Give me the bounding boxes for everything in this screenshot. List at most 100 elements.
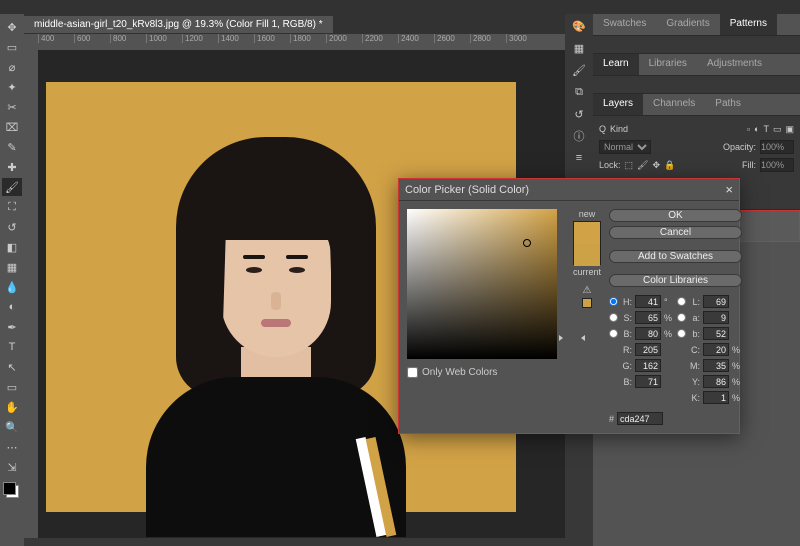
gradient-tool[interactable]: ▦: [2, 258, 22, 276]
crop-tool[interactable]: ✂: [2, 98, 22, 116]
eyedropper-tool[interactable]: ✎: [2, 138, 22, 156]
current-color-label: current: [573, 267, 601, 277]
hex-input[interactable]: [617, 412, 663, 425]
filter-shape-icon[interactable]: ▭: [773, 124, 782, 135]
k-input[interactable]: [703, 391, 729, 404]
y-input[interactable]: [703, 375, 729, 388]
hand-tool[interactable]: ✋: [2, 398, 22, 416]
h-input[interactable]: [635, 295, 661, 308]
fill-input[interactable]: [760, 158, 794, 172]
filter-pixel-icon[interactable]: ▫: [747, 124, 750, 134]
b-input[interactable]: [635, 327, 661, 340]
filter-type-icon[interactable]: T: [763, 124, 769, 134]
new-color-label: new: [579, 209, 596, 219]
web-colors-checkbox[interactable]: Only Web Colors: [407, 367, 557, 378]
s-radio[interactable]: [609, 313, 618, 322]
document-tab[interactable]: middle-asian-girl_t20_kRv8l3.jpg @ 19.3%…: [24, 16, 333, 33]
gamut-swatch[interactable]: [582, 298, 592, 308]
a-input[interactable]: [703, 311, 729, 324]
bb-radio[interactable]: [677, 329, 686, 338]
pen-tool[interactable]: ✒: [2, 318, 22, 336]
r-input[interactable]: [635, 343, 661, 356]
path-tool[interactable]: ↖: [2, 358, 22, 376]
lock-pixel-icon[interactable]: 🖌: [637, 160, 648, 171]
a-radio[interactable]: [677, 313, 686, 322]
blue-input[interactable]: [635, 375, 661, 388]
eraser-tool[interactable]: ◧: [2, 238, 22, 256]
lasso-tool[interactable]: ⌀: [2, 58, 22, 76]
marquee-tool[interactable]: ▭: [2, 38, 22, 56]
frame-tool[interactable]: ⌧: [2, 118, 22, 136]
tab-paths[interactable]: Paths: [705, 94, 751, 115]
fg-color-swatch[interactable]: [3, 482, 16, 495]
edit-toolbar[interactable]: ⇲: [2, 458, 22, 476]
properties-icon[interactable]: ≡: [570, 150, 588, 166]
heal-tool[interactable]: ✚: [2, 158, 22, 176]
color-icon[interactable]: 🎨: [570, 18, 588, 34]
tab-patterns[interactable]: Patterns: [720, 14, 777, 35]
history-icon[interactable]: ↺: [570, 106, 588, 122]
bb-input[interactable]: [703, 327, 729, 340]
dodge-tool[interactable]: ◐: [2, 298, 22, 316]
filter-adj-icon[interactable]: ◐: [754, 124, 759, 134]
tab-gradients[interactable]: Gradients: [656, 14, 719, 35]
ruler-vertical: [24, 50, 38, 538]
cancel-button[interactable]: Cancel: [609, 226, 742, 239]
ok-button[interactable]: OK: [609, 209, 742, 222]
brush-icon[interactable]: 🖌: [570, 62, 588, 78]
b-radio[interactable]: [609, 329, 618, 338]
info-icon[interactable]: ⓘ: [570, 128, 588, 144]
more-tool[interactable]: ⋯: [2, 438, 22, 456]
stamp-tool[interactable]: ⛶: [2, 198, 22, 216]
m-input[interactable]: [703, 359, 729, 372]
swatch-icon[interactable]: ▦: [570, 40, 588, 56]
s-input[interactable]: [635, 311, 661, 324]
add-swatches-button[interactable]: Add to Swatches: [609, 250, 742, 263]
tab-adjustments[interactable]: Adjustments: [697, 54, 772, 75]
history-brush-tool[interactable]: ↺: [2, 218, 22, 236]
lock-all-icon[interactable]: 🔒: [664, 160, 675, 171]
hue-slider-thumb[interactable]: [562, 332, 582, 338]
color-libraries-button[interactable]: Color Libraries: [609, 274, 742, 287]
zoom-tool[interactable]: 🔍: [2, 418, 22, 436]
l-radio[interactable]: [677, 297, 686, 306]
learn-panel-tabs: Learn Libraries Adjustments: [593, 54, 800, 76]
lock-trans-icon[interactable]: ⬚: [625, 160, 634, 171]
tab-swatches[interactable]: Swatches: [593, 14, 656, 35]
layers-panel-tabs: Layers Channels Paths: [593, 94, 800, 116]
color-picker-dialog: Color Picker (Solid Color) × Only Web Co…: [398, 178, 740, 434]
color-compare-swatch: [573, 221, 601, 265]
tab-layers[interactable]: Layers: [593, 94, 643, 115]
h-radio[interactable]: [609, 297, 618, 306]
opacity-input[interactable]: [760, 140, 794, 154]
type-tool[interactable]: T: [2, 338, 22, 356]
lock-label: Lock:: [599, 160, 621, 170]
ruler-horizontal: 4006008001000120014001600180020002200240…: [24, 34, 565, 50]
blur-tool[interactable]: 💧: [2, 278, 22, 296]
filter-smart-icon[interactable]: ▣: [785, 124, 794, 135]
c-input[interactable]: [703, 343, 729, 356]
brush-tool[interactable]: 🖌: [2, 178, 22, 196]
status-bar: [24, 538, 565, 546]
kind-value: Kind: [610, 124, 628, 134]
color-field-cursor: [523, 239, 531, 247]
wand-tool[interactable]: ✦: [2, 78, 22, 96]
color-field[interactable]: [407, 209, 557, 359]
gamut-warning-icon[interactable]: ⚠: [583, 285, 592, 296]
blend-mode-select[interactable]: Normal: [599, 140, 651, 154]
lock-pos-icon[interactable]: ✥: [652, 160, 660, 171]
clone-icon[interactable]: ⧉: [570, 84, 588, 100]
g-input[interactable]: [635, 359, 661, 372]
fill-label: Fill:: [742, 160, 756, 170]
tool-palette: ✥ ▭ ⌀ ✦ ✂ ⌧ ✎ ✚ 🖌 ⛶ ↺ ◧ ▦ 💧 ◐ ✒ T ↖ ▭ ✋ …: [0, 14, 24, 546]
tab-libraries[interactable]: Libraries: [639, 54, 697, 75]
close-icon[interactable]: ×: [725, 182, 733, 197]
opacity-label: Opacity:: [723, 142, 756, 152]
tab-channels[interactable]: Channels: [643, 94, 705, 115]
shape-tool[interactable]: ▭: [2, 378, 22, 396]
tab-learn[interactable]: Learn: [593, 54, 639, 75]
swatches-panel-tabs: Swatches Gradients Patterns: [593, 14, 800, 36]
l-input[interactable]: [703, 295, 729, 308]
kind-label: Q: [599, 124, 606, 134]
move-tool[interactable]: ✥: [2, 18, 22, 36]
